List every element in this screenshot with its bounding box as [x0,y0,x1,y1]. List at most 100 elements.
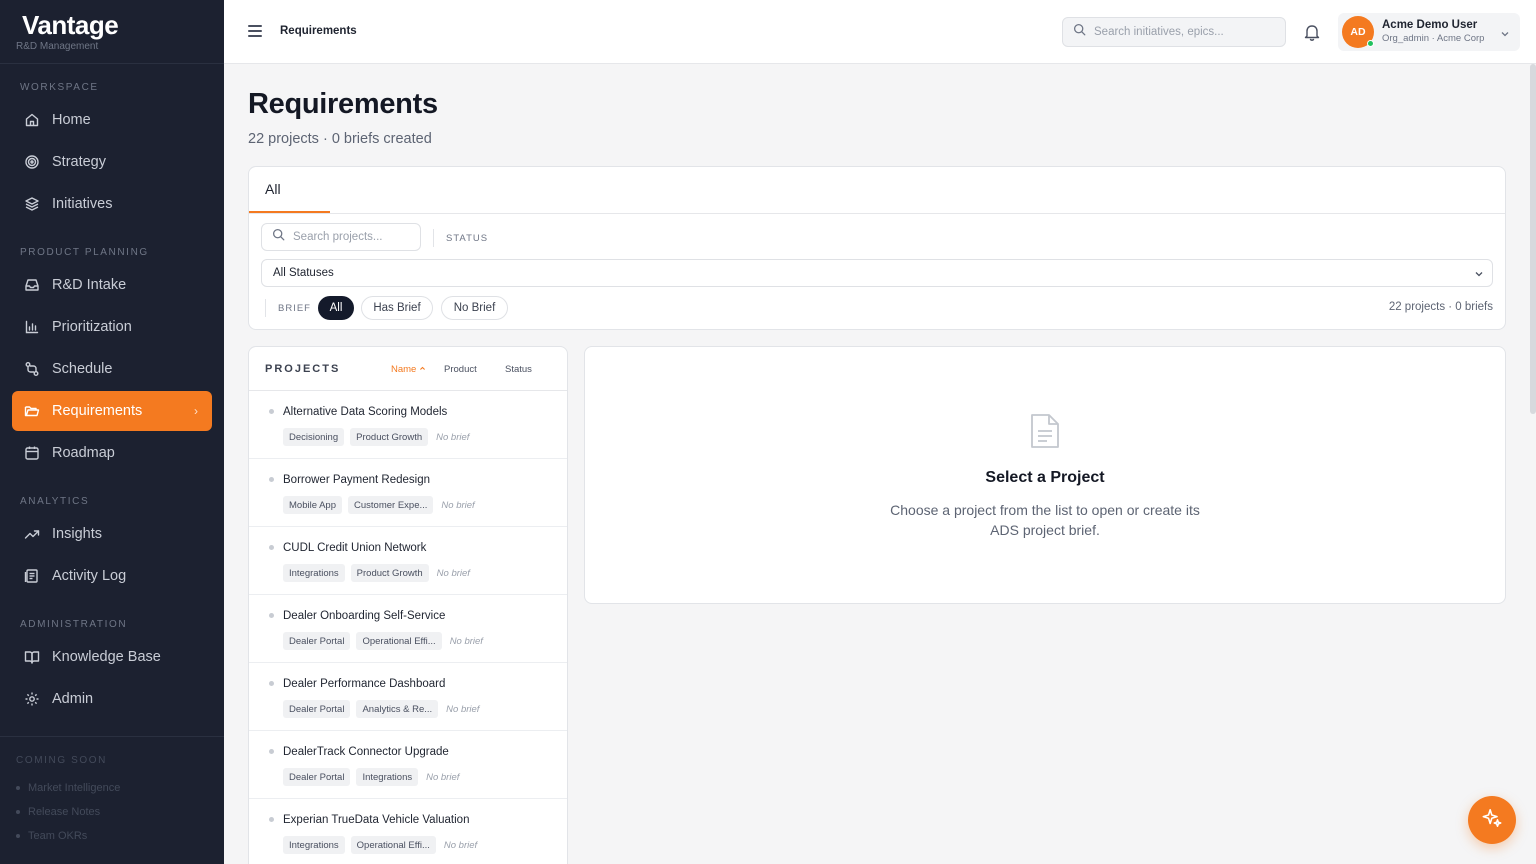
page-subtitle: 22 projects · 0 briefs created [248,131,432,147]
sidebar-item-admin[interactable]: Admin [12,679,212,719]
project-row[interactable]: DealerTrack Connector Upgrade Dealer Por… [249,731,567,799]
sidebar-item-schedule[interactable]: Schedule [12,349,212,389]
layers-icon [24,196,40,212]
calendar-icon [24,445,40,461]
sidebar-item-insights[interactable]: Insights [12,514,212,554]
sparkle-icon [1481,807,1503,834]
projects-header: PROJECTS Name Product Status [249,347,567,391]
project-name: Experian TrueData Vehicle Valuation [283,814,470,826]
global-search[interactable] [1062,17,1286,47]
project-row[interactable]: CUDL Credit Union Network Integrations P… [249,527,567,595]
brief-status: No brief [441,499,475,511]
page-scrollbar[interactable] [1530,64,1536,414]
project-tags: Dealer Portal Integrations No brief [283,768,459,786]
brief-status: No brief [436,431,470,443]
sidebar: Vantage R&D Management WORKSPACE Home St… [0,0,224,864]
sidebar-item-initiatives[interactable]: Initiatives [12,184,212,224]
sidebar-divider [0,736,224,737]
project-row[interactable]: Borrower Payment Redesign Mobile App Cus… [249,459,567,527]
project-tags: Dealer Portal Analytics & Re... No brief [283,700,479,718]
project-search-input[interactable] [293,231,413,243]
status-select[interactable]: All Statuses [261,259,1493,287]
global-search-input[interactable] [1094,26,1274,38]
theme-tag: Product Growth [350,564,429,582]
sidebar-item-strategy[interactable]: Strategy [12,142,212,182]
sidebar-item-label: Activity Log [52,568,127,584]
status-dot [269,477,274,482]
nav-section-workspace: WORKSPACE [20,82,99,93]
ai-assistant-button[interactable] [1468,796,1516,844]
brand[interactable]: Vantage R&D Management [0,0,224,64]
product-tag: Dealer Portal [283,632,351,650]
product-tag: Dealer Portal [283,768,351,786]
sort-by-name[interactable]: Name [391,364,426,375]
chevron-up-icon [419,364,426,375]
status-select-value: All Statuses [273,267,334,279]
status-dot [269,545,274,550]
brief-status: No brief [443,839,478,851]
empty-state-title: Select a Project [985,469,1105,486]
menu-icon[interactable] [248,25,262,37]
user-menu[interactable]: AD Acme Demo User Org_admin · Acme Corp [1338,13,1520,51]
sidebar-item-label: Schedule [52,361,113,377]
brief-filter-all[interactable]: All [318,296,354,320]
breadcrumb: Requirements [280,25,357,37]
user-role: Org_admin · Acme Corp [1382,33,1485,44]
filter-summary: 22 projects · 0 briefs [1388,301,1493,313]
document-icon [1030,413,1060,449]
project-name: Dealer Onboarding Self-Service [283,610,446,622]
sidebar-item-rd-intake[interactable]: R&D Intake [12,265,212,305]
sidebar-item-requirements[interactable]: Requirements › [12,391,212,431]
status-dot [269,613,274,618]
theme-tag: Operational Effi... [350,836,436,854]
theme-tag: Integrations [356,768,419,786]
sidebar-item-roadmap[interactable]: Roadmap [12,433,212,473]
sort-by-product[interactable]: Product [444,364,477,375]
sort-by-status[interactable]: Status [505,364,532,375]
page-title: Requirements [248,88,438,120]
project-detail-empty-state: Select a Project Choose a project from t… [584,346,1506,604]
project-name: Alternative Data Scoring Models [283,406,448,418]
brief-filter-no-brief[interactable]: No Brief [441,296,508,320]
sidebar-item-home[interactable]: Home [12,100,212,140]
nav-section-product-planning: PRODUCT PLANNING [20,247,149,258]
sidebar-item-label: Requirements [52,403,143,419]
project-row[interactable]: Dealer Onboarding Self-Service Dealer Po… [249,595,567,663]
project-row[interactable]: Dealer Performance Dashboard Dealer Port… [249,663,567,731]
brief-status: No brief [446,703,480,715]
bell-icon[interactable] [1304,23,1320,41]
sidebar-item-label: Prioritization [52,319,132,335]
filter-divider [265,299,266,317]
status-dot [269,749,274,754]
nav-section-administration: ADMINISTRATION [20,619,128,630]
sidebar-item-knowledge-base[interactable]: Knowledge Base [12,637,212,677]
project-row[interactable]: Alternative Data Scoring Models Decision… [249,391,567,459]
project-name: DealerTrack Connector Upgrade [283,746,449,758]
product-tag: Dealer Portal [283,700,351,718]
sidebar-item-label: R&D Intake [52,277,127,293]
sidebar-item-label: Knowledge Base [52,649,161,665]
theme-tag: Product Growth [350,428,429,446]
sidebar-item-label: Home [52,112,91,128]
trend-icon [24,526,40,542]
coming-soon-item: Release Notes [16,806,100,818]
tab-divider [249,213,1505,214]
sidebar-item-label: Roadmap [52,445,115,461]
sidebar-item-prioritization[interactable]: Prioritization [12,307,212,347]
chevron-right-icon: › [194,404,198,418]
project-row[interactable]: Experian TrueData Vehicle Valuation Inte… [249,799,567,864]
product-tag: Decisioning [283,428,345,446]
tab-all[interactable]: All [249,167,330,213]
sidebar-item-label: Insights [52,526,102,542]
top-header: Requirements AD Acme Demo User Org_admin… [224,0,1536,64]
home-icon [24,112,40,128]
sidebar-item-activity-log[interactable]: Activity Log [12,556,212,596]
sidebar-item-label: Strategy [52,154,106,170]
project-search[interactable] [261,223,421,251]
theme-tag: Customer Expe... [348,496,434,514]
sort-label: Name [391,364,417,375]
product-tag: Integrations [283,564,345,582]
coming-soon-item: Team OKRs [16,830,87,842]
inbox-icon [24,277,40,293]
brief-filter-has-brief[interactable]: Has Brief [361,296,433,320]
